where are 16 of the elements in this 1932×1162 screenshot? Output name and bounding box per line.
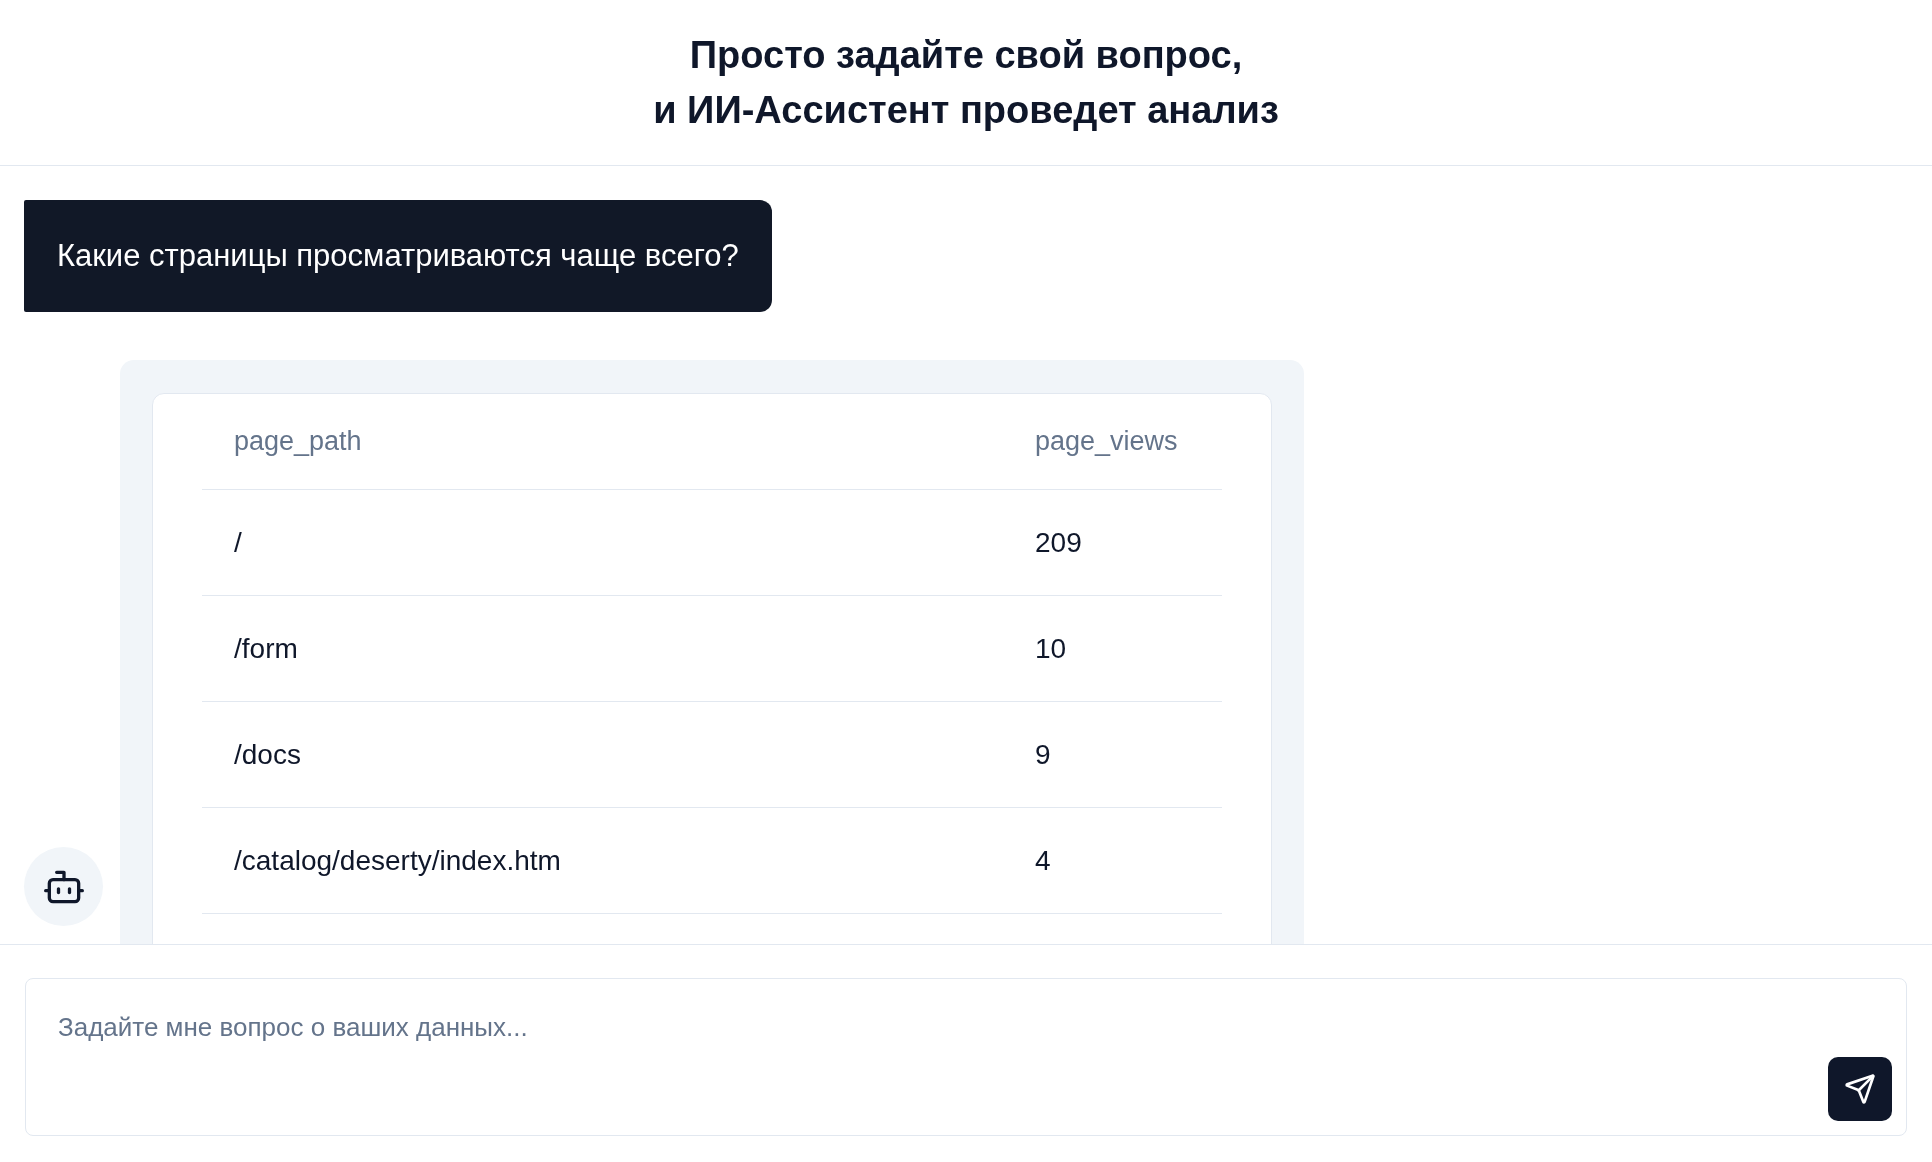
page-title: Просто задайте свой вопрос, — [689, 32, 1243, 78]
send-icon — [1844, 1073, 1876, 1105]
table-cell-text: 209 — [1035, 525, 1083, 560]
question-field[interactable]: Задайте мне вопрос о ваших данных... — [26, 979, 1906, 1135]
table-cell-text: 10 — [1035, 631, 1068, 666]
send-button[interactable] — [1828, 1057, 1892, 1121]
table-cell-text: 4 — [1035, 843, 1052, 878]
user-message: Какие страницы просматриваются чаще всего? — [24, 200, 772, 312]
column-header: page_path — [233, 425, 363, 459]
table-cell-text: / — [233, 525, 243, 560]
column-header: page_views — [1035, 425, 1179, 459]
table-cell-text: /docs — [233, 737, 302, 772]
table-cell-text: /form — [233, 631, 299, 666]
table-cell-text: /catalog/deserty/index.htm — [233, 843, 562, 878]
table-cell-text: 9 — [1035, 737, 1052, 772]
page-title: и ИИ-Ассистент проведет анализ — [653, 87, 1279, 133]
